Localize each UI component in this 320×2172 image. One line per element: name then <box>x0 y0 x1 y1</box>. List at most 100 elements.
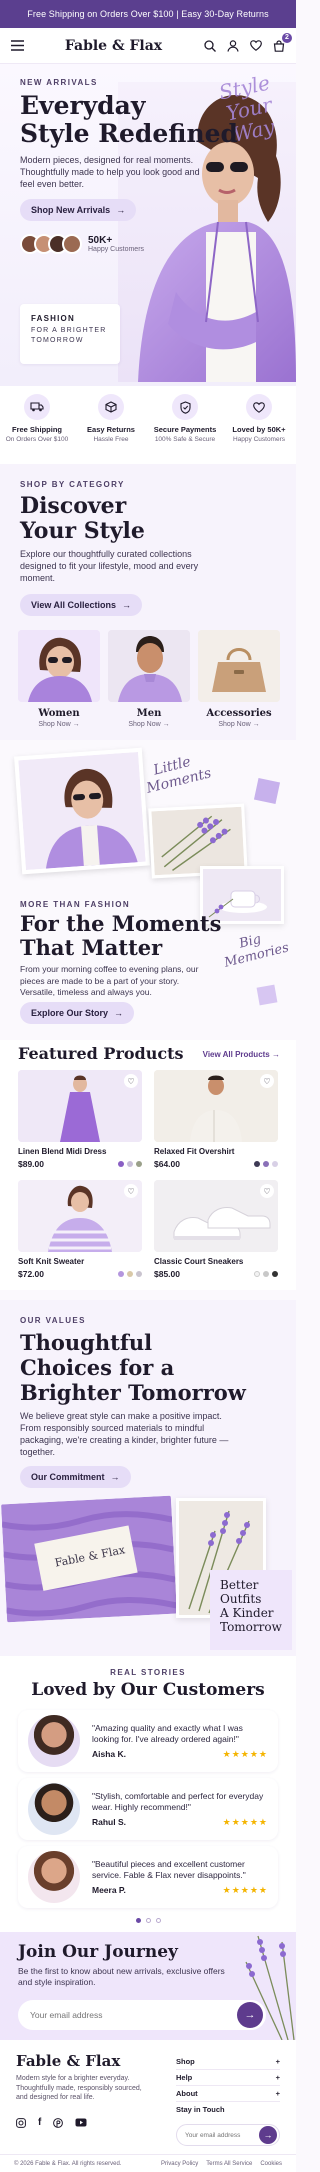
heart-icon <box>246 394 272 420</box>
product-price: $85.00 <box>154 1269 180 1279</box>
happy-label: Happy Customers <box>88 246 145 253</box>
color-swatch[interactable] <box>136 1271 142 1277</box>
footer-link-help[interactable]: Help + <box>176 2070 280 2086</box>
cart-icon[interactable]: 2 <box>272 32 292 53</box>
subscribe-arrow-button[interactable]: → <box>237 2002 263 2028</box>
product-price: $64.00 <box>154 1159 180 1169</box>
feature-title: Loved by 50K+ <box>232 425 286 434</box>
product-image-sneakers: ♡ <box>154 1180 278 1252</box>
view-all-products-link[interactable]: View All Products → <box>203 1050 280 1059</box>
shop-new-arrivals-button[interactable]: Shop New Arrivals → <box>20 199 137 221</box>
reviews-title: Loved by Our Customers <box>31 1680 265 1700</box>
explore-our-story-button[interactable]: Explore Our Story → <box>20 1002 135 1024</box>
color-swatch[interactable] <box>136 1161 142 1167</box>
feature-item: Secure Payments 100% Safe & Secure <box>149 394 221 443</box>
our-commitment-button[interactable]: Our Commitment → <box>20 1466 131 1488</box>
wishlist-heart-icon[interactable]: ♡ <box>124 1074 138 1088</box>
wishlist-heart-icon[interactable]: ♡ <box>260 1184 274 1198</box>
category-card-men[interactable]: Men Shop Now → <box>108 630 190 730</box>
account-icon[interactable] <box>226 39 240 53</box>
footer-email-input[interactable] <box>185 2131 255 2139</box>
feature-item: Easy Returns Hassle Free <box>75 394 147 443</box>
product-card[interactable]: ♡ Linen Blend Midi Dress $89.00 <box>18 1070 142 1170</box>
youtube-icon[interactable] <box>75 2118 87 2130</box>
arrow-right-icon: → <box>272 1050 280 1059</box>
arrow-right-icon: → <box>252 721 260 728</box>
newsletter-title: Join Our Journey <box>18 1942 178 1962</box>
product-image-overshirt: ♡ <box>154 1070 278 1142</box>
terms-link[interactable]: Terms All Service <box>206 2161 252 2167</box>
wishlist-heart-icon[interactable]: ♡ <box>260 1074 274 1088</box>
arrow-right-icon: → <box>162 721 170 728</box>
footer-subscribe-button[interactable]: → <box>259 2126 277 2144</box>
values-body: We believe great style can make a positi… <box>20 1411 229 1457</box>
carousel-dot-active[interactable] <box>135 1918 141 1923</box>
hero-section: Style Your Way NEW ARRIVALS Everyday Sty… <box>0 64 296 386</box>
color-swatch[interactable] <box>127 1161 133 1167</box>
values-card-line: Better <box>220 1578 259 1592</box>
category-title-line: Discover <box>20 493 127 519</box>
privacy-policy-link[interactable]: Privacy Policy <box>161 2161 198 2167</box>
footer-link-shop[interactable]: Shop + <box>176 2054 280 2070</box>
view-all-collections-button[interactable]: View All Collections → <box>20 594 143 616</box>
color-swatch[interactable] <box>254 1271 260 1277</box>
carousel-dot[interactable] <box>155 1918 161 1923</box>
category-name: Accessories <box>206 708 272 719</box>
cookies-link[interactable]: Cookies <box>260 2161 282 2167</box>
color-swatch[interactable] <box>272 1271 278 1277</box>
search-icon[interactable] <box>203 39 217 53</box>
color-swatch[interactable] <box>272 1161 278 1167</box>
wishlist-heart-icon[interactable]: ♡ <box>124 1184 138 1198</box>
newsletter-email-input[interactable] <box>30 2010 220 2020</box>
plus-icon: + <box>275 2073 280 2082</box>
plus-icon: + <box>275 2057 280 2066</box>
color-swatch[interactable] <box>127 1271 133 1277</box>
category-link-label: Shop Now <box>218 721 251 728</box>
footer-nav: Shop + Help + About + Stay in Touch <box>176 2054 280 2117</box>
feature-title: Easy Returns <box>87 425 135 434</box>
button-label: View All Collections <box>31 600 117 610</box>
announcement-text: Free Shipping on Orders Over $100 | Easy… <box>27 9 269 19</box>
avatar <box>62 234 82 254</box>
reviewer-name: Rahul S. <box>92 1816 127 1827</box>
footer-tagline: Modern style for a brighter everyday. Th… <box>16 2075 142 2101</box>
footer-link-about[interactable]: About + <box>176 2086 280 2102</box>
values-section: OUR VALUES Thoughtful Choices for a Brig… <box>0 1300 296 1656</box>
instagram-icon[interactable] <box>16 2118 26 2130</box>
category-card-accessories[interactable]: Accessories Shop Now → <box>198 630 280 730</box>
hero-title-line: Style Redefined <box>20 119 239 148</box>
category-card-women[interactable]: Women Shop Now → <box>18 630 100 730</box>
avatar <box>28 1851 80 1903</box>
footer-brand[interactable]: Fable & Flax <box>16 2052 120 2070</box>
hero-body: Modern pieces, designed for real moments… <box>20 155 200 189</box>
arrow-right-icon: → <box>114 1008 124 1018</box>
pinterest-icon[interactable] <box>53 2118 64 2130</box>
product-card[interactable]: ♡ Relaxed Fit Overshirt $64.00 <box>154 1070 278 1170</box>
footer-link-stay-in-touch[interactable]: Stay in Touch <box>176 2102 280 2117</box>
menu-icon[interactable] <box>10 39 24 53</box>
color-swatch[interactable] <box>263 1271 269 1277</box>
color-swatch[interactable] <box>118 1161 124 1167</box>
wishlist-icon[interactable] <box>249 39 263 53</box>
cart-count-badge: 2 <box>281 32 292 43</box>
featured-products-section: Featured Products View All Products → ♡ … <box>0 1040 296 1290</box>
star-rating-icon: ★★★★★ <box>222 1748 268 1759</box>
reviewer-name: Meera P. <box>92 1884 126 1895</box>
product-name: Classic Court Sneakers <box>154 1257 244 1266</box>
moments-script-bottom: Big Memories <box>222 931 291 971</box>
copyright: © 2026 Fable & Flax. All rights reserved… <box>14 2160 122 2167</box>
category-link[interactable]: Shop Now → <box>198 721 280 728</box>
color-swatch[interactable] <box>263 1161 269 1167</box>
color-swatch[interactable] <box>254 1161 260 1167</box>
brand-logo[interactable]: Fable & Flax <box>65 38 162 54</box>
category-link[interactable]: Shop Now → <box>18 721 100 728</box>
product-card[interactable]: ♡ Soft Knit Sweater $72.00 <box>18 1180 142 1280</box>
feature-sub: Happy Customers <box>232 436 286 443</box>
color-swatch[interactable] <box>118 1271 124 1277</box>
values-quote-card: Better Outfits A Kinder Tomorrow <box>210 1570 292 1650</box>
arrow-right-icon: → <box>72 721 80 728</box>
carousel-dot[interactable] <box>145 1918 151 1923</box>
facebook-icon[interactable]: f <box>38 2118 41 2130</box>
product-card[interactable]: ♡ Classic Court Sneakers $85.00 <box>154 1180 278 1280</box>
category-link[interactable]: Shop Now → <box>108 721 190 728</box>
